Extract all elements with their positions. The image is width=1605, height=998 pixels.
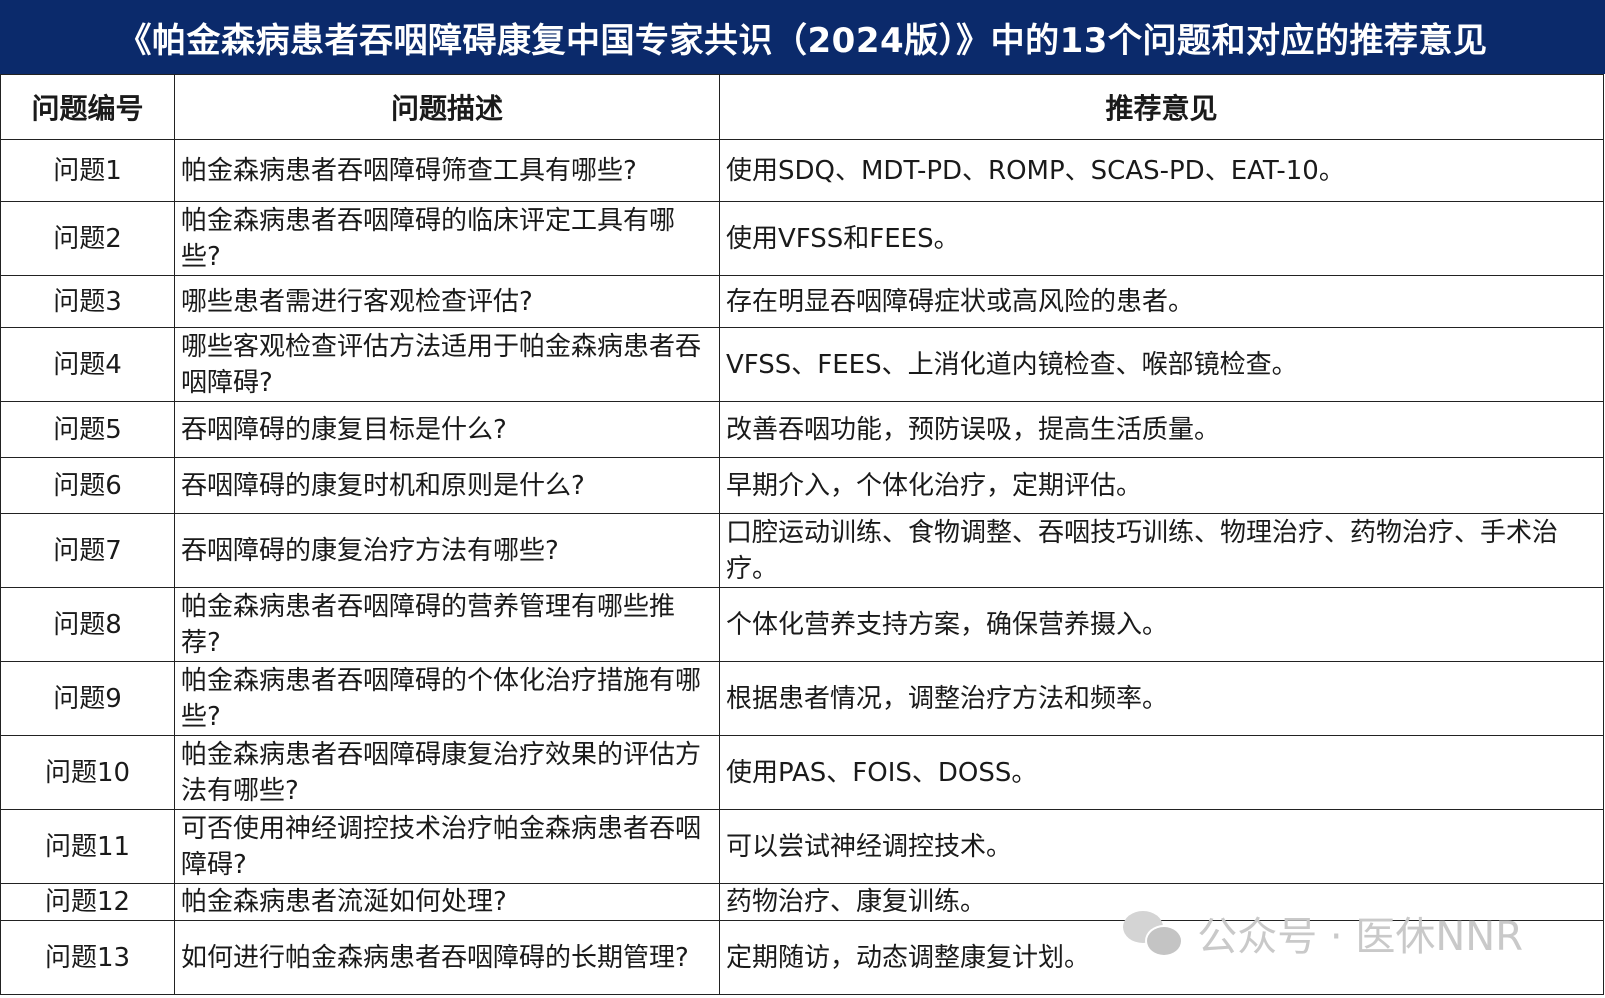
row-recommendation: 个体化营养支持方案，确保营养摄入。 <box>719 587 1604 662</box>
row-question: 哪些患者需进行客观检查评估? <box>174 275 720 328</box>
row-recommendation: 使用SDQ、MDT-PD、ROMP、SCAS-PD、EAT-10。 <box>719 139 1604 202</box>
row-recommendation: 改善吞咽功能，预防误吸，提高生活质量。 <box>719 401 1604 458</box>
row-num: 问题11 <box>0 809 175 884</box>
table-row: 问题6 吞咽障碍的康复时机和原则是什么? 早期介入，个体化治疗，定期评估。 <box>0 457 1604 514</box>
page-title: 《帕金森病患者吞咽障碍康复中国专家共识（2024版）》中的13个问题和对应的推荐… <box>0 0 1605 74</box>
header-num: 问题编号 <box>0 74 175 140</box>
row-question: 如何进行帕金森病患者吞咽障碍的长期管理? <box>174 920 720 995</box>
table-row: 问题8 帕金森病患者吞咽障碍的营养管理有哪些推荐? 个体化营养支持方案，确保营养… <box>0 587 1604 662</box>
row-question: 吞咽障碍的康复时机和原则是什么? <box>174 457 720 514</box>
row-num: 问题6 <box>0 457 175 514</box>
table-row: 问题9 帕金森病患者吞咽障碍的个体化治疗措施有哪些? 根据患者情况，调整治疗方法… <box>0 661 1604 736</box>
table-row: 问题7 吞咽障碍的康复治疗方法有哪些? 口腔运动训练、食物调整、吞咽技巧训练、物… <box>0 513 1604 588</box>
row-num: 问题4 <box>0 327 175 402</box>
row-num: 问题7 <box>0 513 175 588</box>
watermark-text: 公众号 · 医休NNR <box>1197 914 1523 960</box>
row-num: 问题1 <box>0 139 175 202</box>
row-question: 帕金森病患者吞咽障碍康复治疗效果的评估方法有哪些? <box>174 735 720 810</box>
row-recommendation: VFSS、FEES、上消化道内镜检查、喉部镜检查。 <box>719 327 1604 402</box>
row-question: 帕金森病患者吞咽障碍的营养管理有哪些推荐? <box>174 587 720 662</box>
row-recommendation: 口腔运动训练、食物调整、吞咽技巧训练、物理治疗、药物治疗、手术治疗。 <box>719 513 1604 588</box>
header-recommendation: 推荐意见 <box>719 74 1604 140</box>
wechat-icon <box>1123 911 1184 957</box>
row-recommendation: 使用VFSS和FEES。 <box>719 201 1604 276</box>
table-row: 问题4 哪些客观检查评估方法适用于帕金森病患者吞咽障碍? VFSS、FEES、上… <box>0 327 1604 402</box>
row-question: 帕金森病患者流涎如何处理? <box>174 883 720 921</box>
table-row: 问题2 帕金森病患者吞咽障碍的临床评定工具有哪些? 使用VFSS和FEES。 <box>0 201 1604 276</box>
row-recommendation: 可以尝试神经调控技术。 <box>719 809 1604 884</box>
row-num: 问题9 <box>0 661 175 736</box>
row-num: 问题13 <box>0 920 175 995</box>
row-num: 问题5 <box>0 401 175 458</box>
row-question: 哪些客观检查评估方法适用于帕金森病患者吞咽障碍? <box>174 327 720 402</box>
row-recommendation: 存在明显吞咽障碍症状或高风险的患者。 <box>719 275 1604 328</box>
table-row: 问题1 帕金森病患者吞咽障碍筛查工具有哪些? 使用SDQ、MDT-PD、ROMP… <box>0 139 1604 202</box>
row-question: 吞咽障碍的康复治疗方法有哪些? <box>174 513 720 588</box>
recommendations-table: 问题编号 问题描述 推荐意见 问题1 帕金森病患者吞咽障碍筛查工具有哪些? 使用… <box>0 74 1604 995</box>
table-row: 问题11 可否使用神经调控技术治疗帕金森病患者吞咽障碍? 可以尝试神经调控技术。 <box>0 809 1604 884</box>
table-header-row: 问题编号 问题描述 推荐意见 <box>0 74 1604 140</box>
header-question: 问题描述 <box>174 74 720 140</box>
row-num: 问题8 <box>0 587 175 662</box>
row-num: 问题12 <box>0 883 175 921</box>
row-question: 帕金森病患者吞咽障碍的临床评定工具有哪些? <box>174 201 720 276</box>
row-question: 可否使用神经调控技术治疗帕金森病患者吞咽障碍? <box>174 809 720 884</box>
row-recommendation: 使用PAS、FOIS、DOSS。 <box>719 735 1604 810</box>
row-question: 帕金森病患者吞咽障碍的个体化治疗措施有哪些? <box>174 661 720 736</box>
row-recommendation: 早期介入，个体化治疗，定期评估。 <box>719 457 1604 514</box>
row-num: 问题2 <box>0 201 175 276</box>
table-row: 问题10 帕金森病患者吞咽障碍康复治疗效果的评估方法有哪些? 使用PAS、FOI… <box>0 735 1604 810</box>
row-recommendation: 根据患者情况，调整治疗方法和频率。 <box>719 661 1604 736</box>
watermark: 公众号 · 医休NNR <box>1123 904 1523 962</box>
row-question: 吞咽障碍的康复目标是什么? <box>174 401 720 458</box>
row-num: 问题3 <box>0 275 175 328</box>
row-question: 帕金森病患者吞咽障碍筛查工具有哪些? <box>174 139 720 202</box>
row-num: 问题10 <box>0 735 175 810</box>
table-row: 问题3 哪些患者需进行客观检查评估? 存在明显吞咽障碍症状或高风险的患者。 <box>0 275 1604 328</box>
table-row: 问题5 吞咽障碍的康复目标是什么? 改善吞咽功能，预防误吸，提高生活质量。 <box>0 401 1604 458</box>
